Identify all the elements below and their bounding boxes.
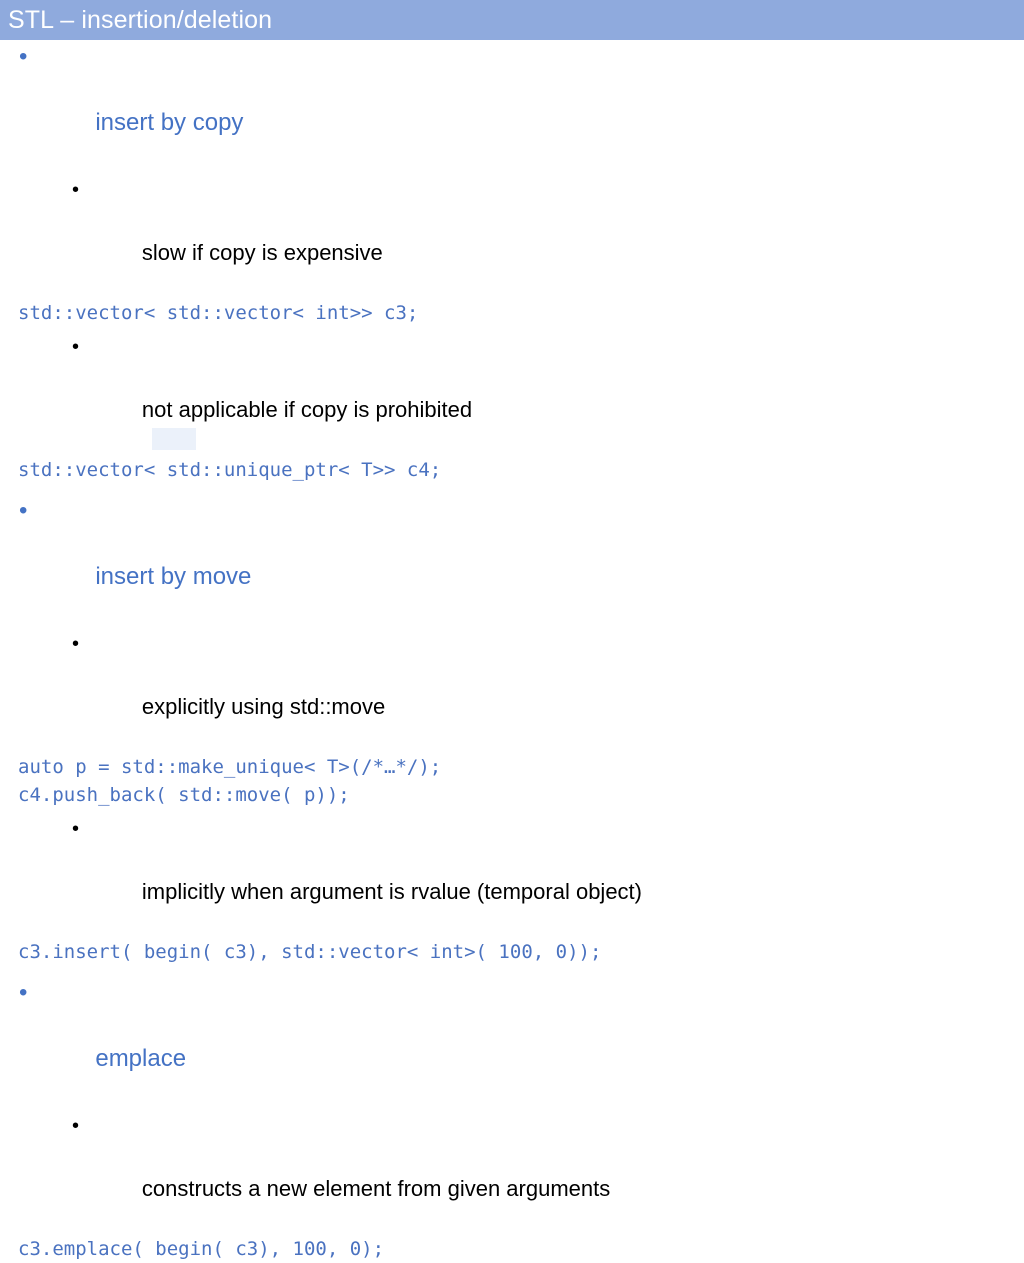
code-line: c4.push_back( std::move( p)); (18, 784, 350, 806)
slide: STL – insertion/deletion • insert by cop… (0, 0, 1024, 1260)
code-line: c3.emplace( begin( c3), 100, 0); (18, 1238, 385, 1260)
slide-title-bar: STL – insertion/deletion (0, 0, 1024, 40)
bullet-level-2: • slow if copy is expensive (0, 175, 1024, 299)
page-title: STL – insertion/deletion (8, 6, 273, 34)
bullet-marker-icon: • (72, 1115, 80, 1137)
code-line: auto p = std::make_unique< T>(/*…*/); (18, 756, 442, 778)
content-block: • emplace • constructs a new element fro… (0, 976, 1024, 1263)
bullet-level-1: • insert by move (0, 494, 1024, 626)
bullet-level-2-label: implicitly when argument is rvalue (temp… (141, 879, 642, 904)
bullet-level-2-label: slow if copy is expensive (141, 240, 383, 265)
bullet-marker-icon: • (72, 633, 80, 655)
slide-body: • insert by copy • slow if copy is expen… (0, 40, 1024, 1263)
bullet-level-2: • explicitly using std::move (0, 629, 1024, 753)
bullet-level-2-label: not applicable if copy is prohibited (141, 397, 473, 422)
bullet-level-2: • not applicable if copy is prohibited (0, 332, 1024, 456)
code-line: c3.insert( begin( c3), std::vector< int>… (18, 941, 602, 963)
bullet-level-1: • insert by copy (0, 40, 1024, 172)
bullet-level-1-label: emplace (95, 1045, 187, 1072)
bullet-level-2-label: explicitly using std::move (141, 694, 386, 719)
bullet-marker-icon: • (19, 43, 28, 70)
bullet-marker-icon: • (72, 336, 80, 358)
code-line: std::vector< std::vector< int>> c3; (18, 302, 419, 324)
bullet-level-2-label: constructs a new element from given argu… (141, 1176, 611, 1201)
bullet-marker-icon: • (19, 497, 28, 524)
bullet-level-1: • emplace (0, 976, 1024, 1108)
bullet-marker-icon: • (72, 179, 80, 201)
bullet-marker-icon: • (19, 979, 28, 1006)
bullet-level-1-label: insert by move (95, 563, 252, 590)
bullet-marker-icon: • (72, 818, 80, 840)
code-line: std::vector< std::unique_ptr< T>> c4; (18, 459, 442, 481)
bullet-level-2: • implicitly when argument is rvalue (te… (0, 814, 1024, 938)
content-block: • insert by move • explicitly using std:… (0, 494, 1024, 966)
bullet-level-1-label: insert by copy (95, 109, 244, 136)
bullet-level-2: • constructs a new element from given ar… (0, 1111, 1024, 1235)
content-block: • insert by copy • slow if copy is expen… (0, 40, 1024, 484)
